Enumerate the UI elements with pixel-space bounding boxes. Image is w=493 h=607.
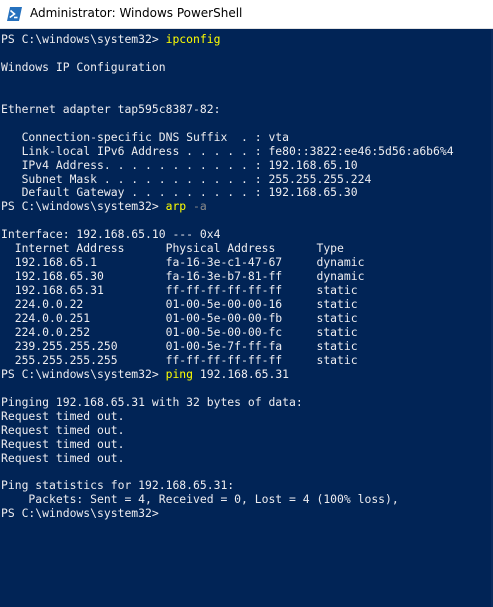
output-line: Request timed out.	[1, 436, 125, 451]
output-line: Internet Address Physical Address Type	[1, 241, 344, 256]
output-line: 192.168.65.30 fa-16-3e-b7-81-ff dynamic	[1, 269, 365, 284]
output-line: 224.0.0.251 01-00-5e-00-00-fb static	[1, 311, 358, 325]
console-output[interactable]: PS C:\windows\system32> ipconfig Windows …	[0, 30, 493, 607]
output-line: Ethernet adapter tap595c8387-82:	[1, 101, 221, 116]
window-title: Administrator: Windows PowerShell	[30, 6, 243, 20]
output-line: 224.0.0.22 01-00-5e-00-00-16 static	[1, 297, 358, 312]
prompt-line: PS C:\windows\system32>	[1, 506, 166, 520]
output-line: 255.255.255.255 ff-ff-ff-ff-ff-ff static	[1, 352, 358, 367]
powershell-icon	[7, 7, 22, 21]
prompt-line: PS C:\windows\system32> ping 192.168.65.…	[1, 367, 289, 381]
output-line: Request timed out.	[1, 408, 125, 423]
command-text: ipconfig	[165, 32, 221, 46]
output-line: Pinging 192.168.65.31 with 32 bytes of d…	[1, 394, 303, 409]
output-line: 192.168.65.31 ff-ff-ff-ff-ff-ff static	[1, 283, 358, 298]
title-bar[interactable]: Administrator: Windows PowerShell	[0, 0, 493, 29]
prompt-text: PS C:\windows\system32>	[1, 32, 166, 46]
output-line: 192.168.65.1 fa-16-3e-c1-47-67 dynamic	[1, 255, 365, 270]
output-line: Default Gateway . . . . . . . . . : 192.…	[1, 185, 358, 200]
powershell-window: Administrator: Windows PowerShell PS C:\…	[0, 0, 493, 607]
prompt-line: PS C:\windows\system32> arp -a	[1, 199, 207, 213]
prompt-text: PS C:\windows\system32>	[1, 366, 166, 381]
output-line: 224.0.0.252 01-00-5e-00-00-fc static	[1, 324, 358, 339]
output-line: Request timed out.	[1, 422, 125, 437]
output-line: Packets: Sent = 4, Received = 0, Lost = …	[1, 492, 399, 507]
output-line: IPv4 Address. . . . . . . . . . . : 192.…	[1, 157, 358, 172]
output-line: Interface: 192.168.65.10 --- 0x4	[1, 227, 221, 242]
output-line: Ping statistics for 192.168.65.31:	[1, 478, 235, 493]
output-line: Connection-specific DNS Suffix . : vta	[1, 129, 290, 144]
command-text: ping	[165, 366, 194, 381]
output-line: Subnet Mask . . . . . . . . . . . : 255.…	[1, 171, 372, 186]
output-line: Windows IP Configuration	[1, 59, 166, 74]
prompt-text: PS C:\windows\system32>	[1, 506, 166, 521]
command-text: arp	[165, 199, 187, 214]
command-argument: 192.168.65.31	[193, 366, 290, 381]
prompt-line: PS C:\windows\system32> ipconfig	[1, 32, 220, 46]
command-parameter: -a	[186, 199, 207, 214]
output-line: Request timed out.	[1, 450, 125, 465]
output-line: Link-local IPv6 Address . . . . . : fe80…	[1, 143, 454, 158]
output-line: 239.255.255.250 01-00-5e-7f-ff-fa static	[1, 338, 358, 353]
prompt-text: PS C:\windows\system32>	[1, 199, 166, 214]
